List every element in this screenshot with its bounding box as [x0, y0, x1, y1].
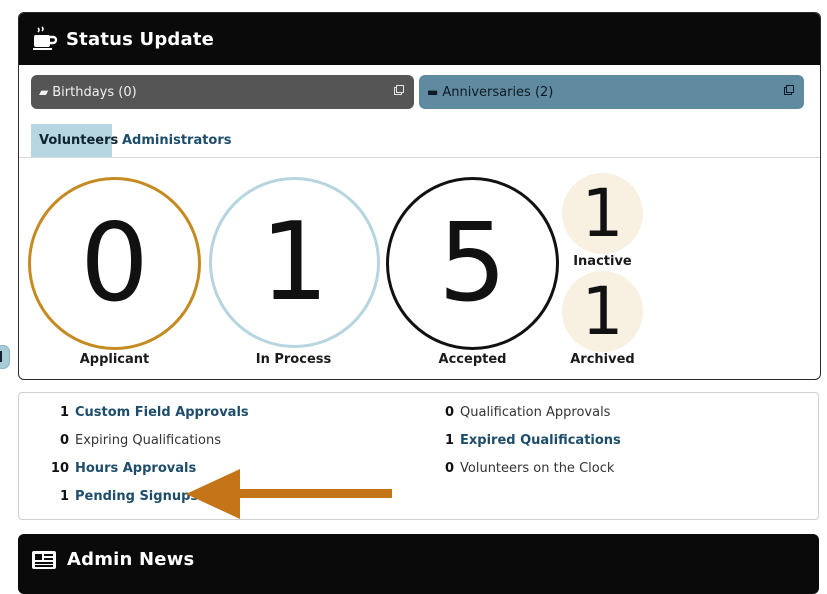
side-scroll-handle[interactable] — [0, 345, 10, 369]
archived-count-circle[interactable]: 1 — [562, 271, 643, 352]
stat-hours-approvals: 10 Hours Approvals — [19, 459, 196, 477]
stat-pending-signups: 1 Pending Signups — [19, 487, 198, 505]
applicant-count-circle[interactable]: 0 — [28, 177, 201, 350]
applicant-count: 0 — [80, 200, 149, 326]
pending-signups-link[interactable]: Pending Signups — [75, 489, 198, 504]
coffee-cup-icon — [33, 26, 58, 50]
role-tabs: Volunteers Administrators — [19, 124, 820, 158]
stat-count: 1 — [59, 488, 69, 504]
status-update-title: Status Update — [66, 28, 215, 50]
volunteers-on-clock-label: Volunteers on the Clock — [460, 460, 615, 476]
tab-volunteers[interactable]: Volunteers — [31, 124, 118, 157]
pending-actions-panel: 1 Custom Field Approvals 0 Expiring Qual… — [18, 392, 819, 520]
stat-qualification-approvals: 0 Qualification Approvals — [396, 403, 611, 421]
in-process-label: In Process — [255, 352, 332, 367]
stat-expiring-qualifications: 0 Expiring Qualifications — [19, 431, 221, 449]
birthdays-button[interactable]: ▰ Birthdays (0) — [31, 75, 414, 109]
in-process-count-circle[interactable]: 1 — [209, 177, 380, 348]
stat-volunteers-on-clock: 0 Volunteers on the Clock — [396, 459, 614, 477]
status-update-header: Status Update — [19, 13, 820, 65]
cake-icon: ▰ — [39, 85, 49, 99]
qualification-approvals-label: Qualification Approvals — [460, 404, 611, 420]
stat-expired-qualifications: 1 Expired Qualifications — [396, 431, 621, 449]
stat-count: 1 — [59, 404, 69, 420]
accepted-count: 5 — [438, 200, 507, 326]
annotation-arrow — [186, 469, 392, 519]
archived-label: Archived — [570, 352, 635, 367]
expiring-qualifications-label: Expiring Qualifications — [75, 432, 221, 448]
birthdays-label: Birthdays (0) — [52, 84, 137, 100]
external-link-icon — [394, 85, 404, 95]
stat-count: 0 — [444, 404, 454, 420]
scroll-icon: ▬ — [427, 85, 439, 99]
inactive-label: Inactive — [573, 254, 632, 269]
external-link-icon — [784, 85, 794, 95]
stat-count: 10 — [50, 460, 69, 476]
anniversaries-button[interactable]: ▬ Anniversaries (2) — [419, 75, 804, 109]
stat-count: 0 — [59, 432, 69, 448]
applicant-label: Applicant — [79, 352, 150, 367]
tab-administrators[interactable]: Administrators — [114, 124, 240, 157]
inactive-count-circle[interactable]: 1 — [562, 173, 643, 254]
celebration-buttons: ▰ Birthdays (0) ▬ Anniversaries (2) — [31, 75, 806, 109]
admin-news-panel: Admin News — [18, 534, 819, 594]
admin-news-title: Admin News — [67, 549, 195, 570]
accepted-label: Accepted — [438, 352, 507, 367]
hours-approvals-link[interactable]: Hours Approvals — [75, 461, 196, 476]
stat-count: 1 — [444, 432, 454, 448]
status-update-panel: Status Update ▰ Birthdays (0) ▬ Annivers… — [18, 12, 821, 380]
custom-field-approvals-link[interactable]: Custom Field Approvals — [75, 405, 249, 420]
expired-qualifications-link[interactable]: Expired Qualifications — [460, 433, 621, 448]
accepted-count-circle[interactable]: 5 — [386, 177, 559, 350]
newspaper-icon — [32, 551, 56, 569]
anniversaries-label: Anniversaries (2) — [442, 84, 554, 100]
stat-custom-field-approvals: 1 Custom Field Approvals — [19, 403, 249, 421]
archived-count: 1 — [581, 272, 624, 350]
stat-count: 0 — [444, 460, 454, 476]
in-process-count: 1 — [260, 199, 329, 325]
inactive-count: 1 — [581, 174, 624, 252]
